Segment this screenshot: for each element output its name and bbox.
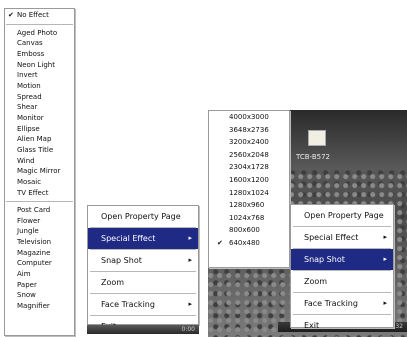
menu-item-resolution[interactable]: 1600x1200 [209, 174, 289, 187]
menu-item-open-property-page[interactable]: Open Property Page [88, 206, 198, 227]
menu-item-label: Snap Shot [101, 256, 142, 265]
menu-item-resolution[interactable]: 2304x1728 [209, 161, 289, 174]
menu-item-label: 4000x3000 [229, 113, 269, 121]
submenu-arrow-icon: ▸ [383, 233, 387, 241]
menu-item-exit[interactable]: Exit [291, 315, 393, 336]
taskbar-time: 0:00 [181, 326, 195, 333]
checkmark-icon: ✔ [8, 11, 14, 19]
menu-item-effect[interactable]: Invert [5, 70, 74, 81]
menu-item-resolution[interactable]: 3648x2736 [209, 124, 289, 137]
folder-icon [308, 130, 326, 146]
submenu-arrow-icon: ▸ [188, 300, 192, 308]
menu-item-label: 1280x960 [229, 201, 265, 210]
menu-item-effect[interactable]: Shear [5, 102, 74, 113]
snapshot-resolution-submenu: 4000x3000 3648x2736 3200x2400 2560x2048 2304… [208, 110, 290, 268]
taskbar-strip: 0:00 [87, 325, 199, 334]
menu-item-effect[interactable]: Television [5, 237, 74, 248]
menu-item-label: 800x600 [229, 226, 260, 235]
menu-item-label: Zoom [101, 278, 125, 287]
menu-item-effect[interactable]: Aged Photo [5, 28, 74, 39]
menu-item-label: 2560x2048 [229, 150, 269, 159]
device-label: TCB-B572 [296, 153, 330, 161]
menu-item-label: 1280x1024 [229, 188, 269, 197]
menu-item-effect[interactable]: Ellipse [5, 124, 74, 135]
menu-item-no-effect[interactable]: ✔ No Effect [5, 10, 74, 21]
menu-item-resolution[interactable]: 800x600 [209, 224, 289, 237]
menu-item-effect[interactable]: Post Card [5, 205, 74, 216]
menu-item-label: 1600x1200 [229, 175, 269, 184]
context-menu-snap-shot: Open Property Page Special Effect ▸ Snap Sh… [290, 204, 394, 330]
menu-separator [6, 23, 73, 25]
menu-item-effect[interactable]: Motion [5, 81, 74, 92]
menu-item-resolution[interactable]: 3200x2400 [209, 136, 289, 149]
submenu-arrow-icon: ▸ [188, 256, 192, 264]
checkmark-icon: ✔ [217, 238, 223, 247]
menu-item-label: Exit [304, 321, 320, 330]
submenu-arrow-icon: ▸ [188, 234, 192, 242]
menu-item-label: Snap Shot [304, 255, 345, 264]
menu-item-effect[interactable]: Emboss [5, 49, 74, 60]
menu-separator [6, 201, 73, 203]
menu-item-label: 1024x768 [229, 213, 265, 222]
menu-item-effect[interactable]: Magnifier [5, 301, 74, 312]
menu-item-snap-shot[interactable]: Snap Shot ▸ [88, 250, 198, 271]
menu-item-effect[interactable]: Canvas [5, 38, 74, 49]
menu-item-label: Open Property Page [304, 211, 384, 220]
submenu-arrow-icon: ▸ [383, 255, 387, 263]
menu-item-effect[interactable]: Mosaic [5, 177, 74, 188]
menu-item-label: Special Effect [304, 233, 359, 242]
menu-item-label: Special Effect [101, 234, 156, 243]
menu-item-special-effect[interactable]: Special Effect ▸ [291, 227, 393, 248]
menu-item-label: No Effect [17, 11, 49, 19]
context-menu-special-effect: Open Property Page Special Effect ▸ Snap Sh… [87, 205, 199, 331]
menu-item-snap-shot[interactable]: Snap Shot ▸ [291, 249, 393, 270]
menu-item-resolution[interactable]: 1024x768 [209, 212, 289, 225]
menu-item-label: Face Tracking [304, 299, 358, 308]
menu-item-special-effect[interactable]: Special Effect ▸ [88, 228, 198, 249]
menu-item-effect[interactable]: Neon Light [5, 60, 74, 71]
menu-item-resolution[interactable]: 2560x2048 [209, 149, 289, 162]
menu-item-resolution[interactable]: 1280x1024 [209, 187, 289, 200]
menu-item-label: Open Property Page [101, 212, 181, 221]
menu-item-resolution[interactable]: 4000x3000 [209, 111, 289, 124]
menu-item-effect[interactable]: Wind [5, 156, 74, 167]
menu-item-resolution[interactable]: 1280x960 [209, 199, 289, 212]
menu-item-effect[interactable]: Jungle [5, 226, 74, 237]
menu-item-effect[interactable]: Alien Map [5, 134, 74, 145]
menu-item-effect[interactable]: TV Effect [5, 188, 74, 199]
menu-item-label: 2304x1728 [229, 163, 269, 172]
menu-item-effect[interactable]: Spread [5, 92, 74, 103]
menu-item-zoom[interactable]: Zoom [291, 271, 393, 292]
menu-item-open-property-page[interactable]: Open Property Page [291, 205, 393, 226]
menu-item-label: 3648x2736 [229, 125, 269, 134]
menu-item-label: 3200x2400 [229, 138, 269, 147]
menu-item-face-tracking[interactable]: Face Tracking ▸ [88, 294, 198, 315]
menu-item-effect[interactable]: Paper [5, 280, 74, 291]
special-effects-submenu: ✔ No Effect Aged Photo Canvas Emboss Neon Lig… [4, 8, 75, 336]
menu-item-effect[interactable]: Flower [5, 216, 74, 227]
menu-item-effect[interactable]: Monitor [5, 113, 74, 124]
menu-item-effect[interactable]: Glass Title [5, 145, 74, 156]
menu-item-effect[interactable]: Computer [5, 258, 74, 269]
menu-item-effect[interactable]: Snow [5, 290, 74, 301]
menu-item-face-tracking[interactable]: Face Tracking ▸ [291, 293, 393, 314]
menu-item-label: Face Tracking [101, 300, 155, 309]
menu-item-label: 640x480 [229, 238, 260, 247]
submenu-arrow-icon: ▸ [383, 299, 387, 307]
menu-item-effect[interactable]: Aim [5, 269, 74, 280]
menu-item-effect[interactable]: Magazine [5, 248, 74, 259]
menu-item-zoom[interactable]: Zoom [88, 272, 198, 293]
menu-item-resolution[interactable]: ✔ 640x480 [209, 237, 289, 250]
menu-item-effect[interactable]: Magic Mirror [5, 166, 74, 177]
menu-item-label: Zoom [304, 277, 328, 286]
